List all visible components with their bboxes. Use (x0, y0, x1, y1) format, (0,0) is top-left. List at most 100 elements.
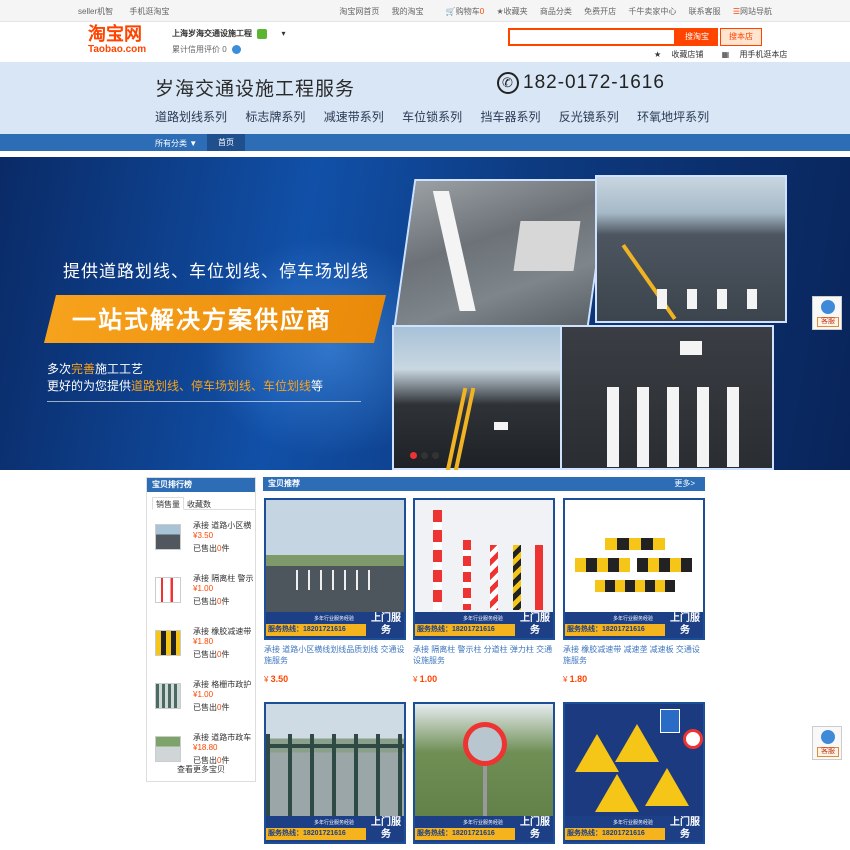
product-title[interactable]: 承接 道路小区横线划线品质划线 交通设施服务 (264, 644, 406, 668)
side-service-widget-bottom[interactable]: 客服 (812, 726, 842, 760)
ranking-thumb[interactable] (155, 630, 181, 656)
service-hotline: 服务热线：18201721616 (415, 624, 515, 636)
side-service-widget-top[interactable]: 客服 (812, 296, 842, 330)
search-bar: 搜淘宝 搜本店 (508, 28, 762, 46)
nav-home-tab[interactable]: 首页 (207, 134, 245, 151)
product-title[interactable]: 承接 橡胶减速带 减速垄 减速板 交通设施服务 (563, 644, 705, 668)
site-nav-link[interactable]: ☰网站导航 (733, 7, 772, 16)
product-image[interactable]: 多年行业服务经验 服务热线：18201721616 上门服务 (563, 702, 705, 844)
category-epoxy-floor[interactable]: 环氧地坪系列 (637, 110, 709, 124)
ranking-tabs: 销售量 收藏数 (152, 497, 255, 510)
sold-suffix: 件 (221, 544, 230, 553)
hero-line-1: 提供道路划线、车位划线、停车场划线 (63, 262, 369, 281)
service-tag: 多年行业服务经验 (314, 820, 355, 826)
product-card[interactable]: 多年行业服务经验 服务热线：18201721616 上门服务 (563, 702, 705, 844)
ranking-item-name[interactable]: 承接 道路市政车 (193, 732, 251, 743)
ranking-item[interactable]: 承接 橡胶减速带 ¥1.80 已售出0件 (147, 620, 255, 669)
ranking-item-name[interactable]: 承接 橡胶减速带 (193, 626, 251, 637)
taobao-home-link[interactable]: 淘宝网首页 (339, 7, 379, 16)
service-label: 客服 (817, 747, 839, 757)
ranking-item-name[interactable]: 承接 格栅市政护 (193, 679, 251, 690)
product-image[interactable]: 多年行业服务经验 服务热线：18201721616 上门服务 (413, 498, 555, 640)
carousel-dots (410, 452, 443, 461)
sold-prefix: 已售出 (193, 544, 217, 553)
tab-favorites[interactable]: 收藏数 (184, 498, 214, 511)
category-parking-locks[interactable]: 车位锁系列 (402, 110, 462, 124)
search-taobao-button[interactable]: 搜淘宝 (676, 28, 718, 46)
category-road-marking[interactable]: 道路划线系列 (155, 110, 227, 124)
photo-road-lane (595, 175, 787, 323)
product-price: ¥ 1.00 (413, 674, 438, 684)
carousel-dot-2[interactable] (421, 452, 428, 459)
contact-service-link[interactable]: 联系客服 (689, 7, 721, 16)
favorites-link[interactable]: ★收藏夹 (496, 7, 527, 16)
tab-sales[interactable]: 销售量 (152, 497, 184, 510)
see-all-link[interactable]: 查看更多宝贝 (147, 764, 255, 775)
carousel-dot-3[interactable] (432, 452, 439, 459)
service-strip: 多年行业服务经验 服务热线：18201721616 上门服务 (565, 816, 703, 842)
carousel-dot-1[interactable] (410, 452, 417, 459)
sold-prefix: 已售出 (193, 597, 217, 606)
mobile-shop-link[interactable]: ▦ 用手机逛本店 (722, 50, 796, 59)
help-icon[interactable] (231, 45, 241, 55)
ranking-item[interactable]: 承接 道路小区横 ¥3.50 已售出0件 (147, 514, 255, 563)
chevron-down-icon[interactable]: ▾ (281, 29, 285, 38)
ranking-item-name[interactable]: 承接 道路小区横 (193, 520, 251, 531)
product-image[interactable]: 多年行业服务经验 服务热线：18201721616 上门服务 (413, 702, 555, 844)
product-price-value: 1.00 (419, 674, 438, 684)
cart-link[interactable]: 🛒购物车0 (436, 7, 484, 16)
shop-info: 上海岁海交通设施工程 ▾ 累计信用评价 0 (172, 28, 285, 55)
fav-shop-link[interactable]: ★ 收藏店铺 (654, 50, 711, 59)
all-categories-menu[interactable]: 所有分类 ▼ (155, 138, 197, 149)
service-strip: 多年行业服务经验 服务热线：18201721616 上门服务 (266, 612, 404, 638)
category-mirrors[interactable]: 反光镜系列 (559, 110, 619, 124)
category-speed-bumps[interactable]: 减速带系列 (324, 110, 384, 124)
ranking-item-sold: 已售出0件 (193, 543, 229, 554)
ranking-item-name[interactable]: 承接 隔离柱 警示 (193, 573, 253, 584)
product-card[interactable]: 多年行业服务经验 服务热线：18201721616 上门服务 承接 橡胶减速带 … (563, 498, 705, 684)
open-shop-link[interactable]: 免费开店 (584, 7, 616, 16)
category-wheel-stops[interactable]: 挡车器系列 (480, 110, 540, 124)
hero-underline (47, 401, 361, 402)
hero-line-3-c: 施工工艺 (95, 362, 144, 376)
product-card[interactable]: 多年行业服务经验 服务热线：18201721616 上门服务 承接 道路小区横线… (264, 498, 406, 684)
product-card[interactable]: 多年行业服务经验 服务热线：18201721616 上门服务 承接 隔离柱 警示… (413, 498, 555, 684)
ranking-thumb[interactable] (155, 683, 181, 709)
site-topbar: seller机智 手机逛淘宝 淘宝网首页 我的淘宝 🛒购物车0 ★收藏夹 商品分… (0, 0, 850, 22)
sold-suffix: 件 (221, 597, 230, 606)
categories-link[interactable]: 商品分类 (540, 7, 572, 16)
ranking-item[interactable]: 承接 格栅市政护 ¥1.00 已售出0件 (147, 673, 255, 722)
more-link[interactable]: 更多> (674, 477, 695, 491)
category-signs[interactable]: 标志牌系列 (245, 110, 305, 124)
seller-link[interactable]: seller机智 (78, 7, 113, 16)
topbar-right: 淘宝网首页 我的淘宝 🛒购物车0 ★收藏夹 商品分类 免费开店 千牛卖家中心 联… (329, 6, 772, 17)
product-title[interactable]: 承接 隔离柱 警示柱 分道柱 弹力柱 交通设施服务 (413, 644, 555, 668)
favorites-label: 收藏夹 (503, 7, 528, 16)
product-card[interactable]: 多年行业服务经验 服务热线：18201721616 上门服务 (264, 702, 406, 844)
product-price-value: 1.80 (569, 674, 588, 684)
mobile-taobao-link[interactable]: 手机逛淘宝 (129, 7, 169, 16)
hero-carousel[interactable]: 提供道路划线、车位划线、停车场划线 一站式解决方案供应商 多次完善施工工艺 更好… (0, 157, 850, 470)
service-door: 上门服务 (520, 613, 550, 636)
hero-line-4-a: 更好的为您提供 (47, 379, 132, 393)
seller-center-link[interactable]: 千牛卖家中心 (628, 7, 676, 16)
taobao-logo[interactable]: 淘宝网 Taobao.com (88, 24, 158, 60)
cart-count: 0 (479, 7, 485, 16)
header: 淘宝网 Taobao.com 上海岁海交通设施工程 ▾ 累计信用评价 0 搜淘宝… (0, 22, 850, 62)
ranking-thumb[interactable] (155, 577, 181, 603)
service-icon (821, 730, 835, 744)
product-image[interactable]: 多年行业服务经验 服务热线：18201721616 上门服务 (264, 498, 406, 640)
phone-icon: ✆ (497, 72, 519, 94)
product-card[interactable]: 多年行业服务经验 服务热线：18201721616 上门服务 (413, 702, 555, 844)
shop-title: 岁海交通设施工程服务 (155, 79, 356, 100)
my-taobao-link[interactable]: 我的淘宝 (392, 7, 424, 16)
ranking-thumb[interactable] (155, 524, 181, 550)
ranking-item[interactable]: 承接 隔离柱 警示 ¥1.00 已售出0件 (147, 567, 255, 616)
search-input[interactable] (508, 28, 676, 46)
shop-name[interactable]: 上海岁海交通设施工程 (172, 29, 252, 38)
search-shop-button[interactable]: 搜本店 (720, 28, 762, 46)
product-image[interactable]: 多年行业服务经验 服务热线：18201721616 上门服务 (264, 702, 406, 844)
product-image[interactable]: 多年行业服务经验 服务热线：18201721616 上门服务 (563, 498, 705, 640)
ranking-thumb[interactable] (155, 736, 181, 762)
service-tag: 多年行业服务经验 (463, 616, 504, 622)
